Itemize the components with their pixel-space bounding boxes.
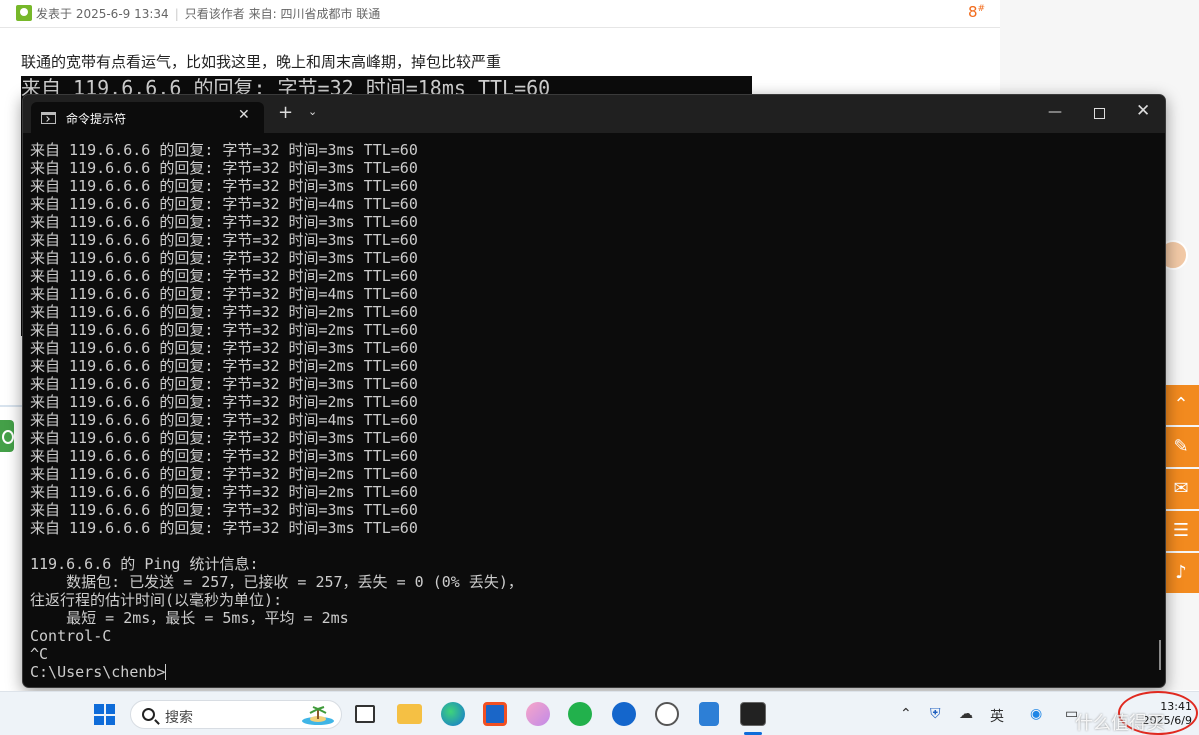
comment-icon[interactable]: ✉: [1163, 469, 1199, 509]
reply-line: 来自 119.6.6.6 的回复: 字节=32 时间=4ms TTL=60: [30, 285, 418, 303]
taskbar: 搜索 ⌃ ⛨ ☁ 英 ◉ ▭ 13:41 2025/6/9: [0, 691, 1199, 735]
app-blue-icon[interactable]: [612, 702, 636, 726]
reply-line: 来自 119.6.6.6 的回复: 字节=32 时间=3ms TTL=60: [30, 375, 418, 393]
reply-line: 来自 119.6.6.6 的回复: 字节=32 时间=2ms TTL=60: [30, 393, 418, 411]
reply-line: 来自 119.6.6.6 的回复: 字节=32 时间=3ms TTL=60: [30, 519, 418, 537]
stats-header: 119.6.6.6 的 Ping 统计信息:: [30, 555, 259, 573]
ctrl-c-line: Control-C: [30, 627, 112, 645]
clock-app-icon[interactable]: [655, 702, 679, 726]
stats-packets: 数据包: 已发送 = 257，已接收 = 257，丢失 = 0 (0% 丢失)，: [30, 573, 523, 591]
new-tab-button[interactable]: +: [278, 103, 293, 123]
search-label: 搜索: [165, 710, 193, 726]
from-location: 四川省成都市 联通: [280, 7, 381, 21]
reply-line: 来自 119.6.6.6 的回复: 字节=32 时间=3ms TTL=60: [30, 429, 418, 447]
floating-side-buttons: ⌃ ✎ ✉ ☰ ♪: [1163, 385, 1199, 595]
terminal-icon[interactable]: [740, 702, 766, 726]
reply-lines: 来自 119.6.6.6 的回复: 字节=32 时间=3ms TTL=60 来自 …: [30, 141, 523, 537]
text-cursor: [165, 664, 167, 680]
from-label: 来自:: [248, 7, 277, 21]
reply-line: 来自 119.6.6.6 的回复: 字节=32 时间=3ms TTL=60: [30, 159, 418, 177]
island-illustration-icon: [302, 706, 334, 725]
only-author-link[interactable]: 只看该作者: [185, 7, 245, 21]
reply-line: 来自 119.6.6.6 的回复: 字节=32 时间=3ms TTL=60: [30, 177, 418, 195]
user-avatar-icon[interactable]: [16, 5, 32, 21]
chevron-down-icon[interactable]: ⌄: [308, 105, 317, 118]
post-header: 发表于 2025-6-9 13:34 | 只看该作者 来自: 四川省成都市 联通 8…: [0, 0, 1000, 28]
caret-c-line: ^C: [30, 645, 49, 663]
console-output[interactable]: 来自 119.6.6.6 的回复: 字节=32 时间=3ms TTL=60 来自 …: [30, 141, 523, 681]
wechat-icon[interactable]: [568, 702, 592, 726]
task-view-icon[interactable]: [355, 705, 375, 723]
notepad-icon[interactable]: [699, 702, 719, 726]
scrollbar[interactable]: [1159, 640, 1161, 670]
post-body: 联通的宽带有点看运气，比如我这里，晚上和周末高峰期，掉包比较严重: [21, 53, 502, 71]
reply-line: 来自 119.6.6.6 的回复: 字节=32 时间=3ms TTL=60: [30, 447, 418, 465]
title-bar[interactable]: 命令提示符 ✕ + ⌄ — ✕: [23, 95, 1165, 133]
reply-line: 来自 119.6.6.6 的回复: 字节=32 时间=2ms TTL=60: [30, 303, 418, 321]
chevron-up-icon[interactable]: ⌃: [1163, 385, 1199, 425]
cloud-icon[interactable]: ☁: [959, 706, 973, 722]
store-icon[interactable]: [483, 702, 507, 726]
reply-line: 来自 119.6.6.6 的回复: 字节=32 时间=4ms TTL=60: [30, 195, 418, 213]
reply-line: 来自 119.6.6.6 的回复: 字节=32 时间=4ms TTL=60: [30, 411, 418, 429]
site-watermark: 什么值得买: [1075, 713, 1165, 734]
file-explorer-icon[interactable]: [397, 704, 422, 724]
minimize-button[interactable]: —: [1048, 104, 1062, 120]
shield-icon[interactable]: ⛨: [930, 706, 941, 722]
tab-title: 命令提示符: [66, 112, 127, 126]
prompt: C:\Users\chenb>: [30, 663, 166, 681]
reply-line: 来自 119.6.6.6 的回复: 字节=32 时间=2ms TTL=60: [30, 321, 418, 339]
reply-line: 来自 119.6.6.6 的回复: 字节=32 时间=3ms TTL=60: [30, 213, 418, 231]
green-chat-tab[interactable]: [0, 420, 14, 452]
edit-icon[interactable]: ✎: [1163, 427, 1199, 467]
reply-line: 来自 119.6.6.6 的回复: 字节=32 时间=2ms TTL=60: [30, 483, 418, 501]
stats-rtt-header: 往返行程的估计时间(以毫秒为单位):: [30, 591, 283, 609]
qq-icon[interactable]: ◉: [1030, 706, 1042, 722]
chevron-up-icon[interactable]: ⌃: [900, 706, 912, 722]
search-icon: [142, 708, 155, 721]
post-meta: 发表于 2025-6-9 13:34 | 只看该作者 来自: 四川省成都市 联通: [36, 7, 381, 21]
reply-line: 来自 119.6.6.6 的回复: 字节=32 时间=3ms TTL=60: [30, 501, 418, 519]
close-button[interactable]: ✕: [1136, 101, 1150, 121]
prompt-line[interactable]: C:\Users\chenb>: [30, 663, 523, 681]
list-icon[interactable]: ☰: [1163, 511, 1199, 551]
cmd-icon: [41, 112, 56, 124]
command-prompt-window[interactable]: 命令提示符 ✕ + ⌄ — ✕ 来自 119.6.6.6 的回复: 字节=32 …: [22, 94, 1166, 688]
reply-line: 来自 119.6.6.6 的回复: 字节=32 时间=3ms TTL=60: [30, 141, 418, 159]
floor-number[interactable]: 8#: [968, 3, 985, 21]
reply-line: 来自 119.6.6.6 的回复: 字节=32 时间=3ms TTL=60: [30, 249, 418, 267]
reply-line: 来自 119.6.6.6 的回复: 字节=32 时间=2ms TTL=60: [30, 465, 418, 483]
tab-close-icon[interactable]: ✕: [238, 107, 250, 123]
post-time: 发表于 2025-6-9 13:34: [36, 7, 169, 21]
tab-command-prompt[interactable]: 命令提示符 ✕: [31, 102, 264, 133]
reply-line: 来自 119.6.6.6 的回复: 字节=32 时间=2ms TTL=60: [30, 357, 418, 375]
ime-icon[interactable]: 英: [990, 706, 1004, 726]
reply-line: 来自 119.6.6.6 的回复: 字节=32 时间=3ms TTL=60: [30, 231, 418, 249]
reply-line: 来自 119.6.6.6 的回复: 字节=32 时间=3ms TTL=60: [30, 339, 418, 357]
divider: [0, 405, 22, 407]
reply-line: 来自 119.6.6.6 的回复: 字节=32 时间=2ms TTL=60: [30, 267, 418, 285]
bell-icon[interactable]: ♪: [1163, 553, 1199, 593]
taskbar-search-box[interactable]: 搜索: [130, 700, 342, 729]
maximize-button[interactable]: [1094, 108, 1105, 119]
edge-icon[interactable]: [441, 702, 465, 726]
stats-rtt: 最短 = 2ms，最长 = 5ms，平均 = 2ms: [30, 609, 349, 627]
app-2-icon[interactable]: [526, 702, 550, 726]
start-icon[interactable]: [94, 704, 115, 725]
